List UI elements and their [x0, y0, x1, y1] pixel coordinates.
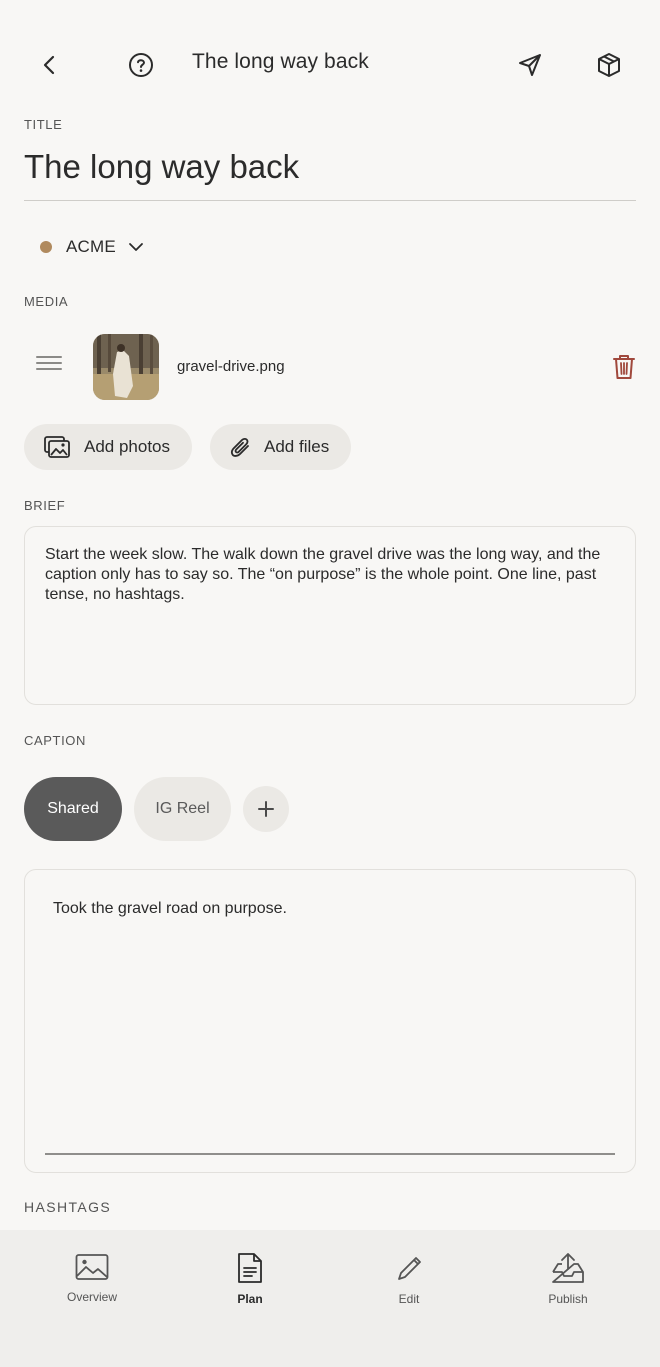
page-title: The long way back: [192, 50, 369, 73]
nav-publish[interactable]: Publish: [513, 1252, 623, 1306]
inbox-upload-icon: [552, 1253, 584, 1283]
nav-plan[interactable]: Plan: [195, 1252, 305, 1306]
help-circle-icon[interactable]: [117, 41, 165, 89]
add-files-button[interactable]: Add files: [210, 424, 351, 470]
add-photos-label: Add photos: [84, 437, 171, 456]
package-icon[interactable]: [585, 41, 633, 89]
plus-icon: [258, 801, 274, 817]
tab-shared[interactable]: Shared: [24, 777, 122, 841]
add-caption-variant-button[interactable]: [243, 786, 289, 832]
nav-edit-label: Edit: [398, 1292, 420, 1306]
caption-text: Took the gravel road on purpose.: [53, 900, 287, 917]
caption-divider: [45, 1153, 615, 1155]
trash-icon[interactable]: [610, 352, 638, 382]
media-filename: gravel-drive.png: [177, 358, 285, 375]
back-chevron-icon[interactable]: [26, 41, 74, 89]
media-label: MEDIA: [24, 294, 69, 309]
top-bar: The long way back: [0, 0, 660, 120]
add-photos-button[interactable]: Add photos: [24, 424, 192, 470]
document-icon: [238, 1253, 262, 1283]
brief-textarea[interactable]: Start the week slow. The walk down the g…: [24, 526, 636, 705]
pencil-icon: [398, 1257, 421, 1280]
nav-overview-label: Overview: [66, 1290, 117, 1304]
nav-plan-label: Plan: [237, 1292, 263, 1306]
media-item: gravel-drive.png: [24, 330, 644, 404]
brand-color-dot: [40, 241, 52, 253]
brief-text: Start the week slow. The walk down the g…: [45, 546, 601, 603]
hashtags-label: HASHTAGS: [24, 1199, 112, 1215]
nav-overview[interactable]: Overview: [37, 1252, 147, 1304]
paperclip-icon: [230, 437, 249, 457]
drag-handle-icon[interactable]: [36, 356, 62, 376]
caption-label: CAPTION: [24, 733, 86, 748]
title-label: TITLE: [24, 117, 63, 132]
tab-ig-reel[interactable]: IG Reel: [134, 777, 231, 841]
image-icon: [75, 1254, 109, 1280]
add-files-label: Add files: [264, 437, 330, 456]
caption-textarea[interactable]: Took the gravel road on purpose.: [24, 869, 636, 1173]
brand-name: ACME: [66, 237, 116, 256]
brief-label: BRIEF: [24, 498, 66, 513]
nav-edit[interactable]: Edit: [354, 1252, 464, 1306]
title-input[interactable]: The long way back: [24, 144, 636, 201]
bottom-nav: Overview Plan Edit Publish: [0, 1230, 660, 1367]
media-thumbnail[interactable]: [93, 334, 159, 400]
chevron-down-icon: [129, 243, 143, 251]
brand-selector[interactable]: ACME: [40, 233, 144, 261]
send-icon[interactable]: [506, 41, 554, 89]
nav-publish-label: Publish: [548, 1292, 588, 1306]
photos-icon: [44, 436, 70, 458]
